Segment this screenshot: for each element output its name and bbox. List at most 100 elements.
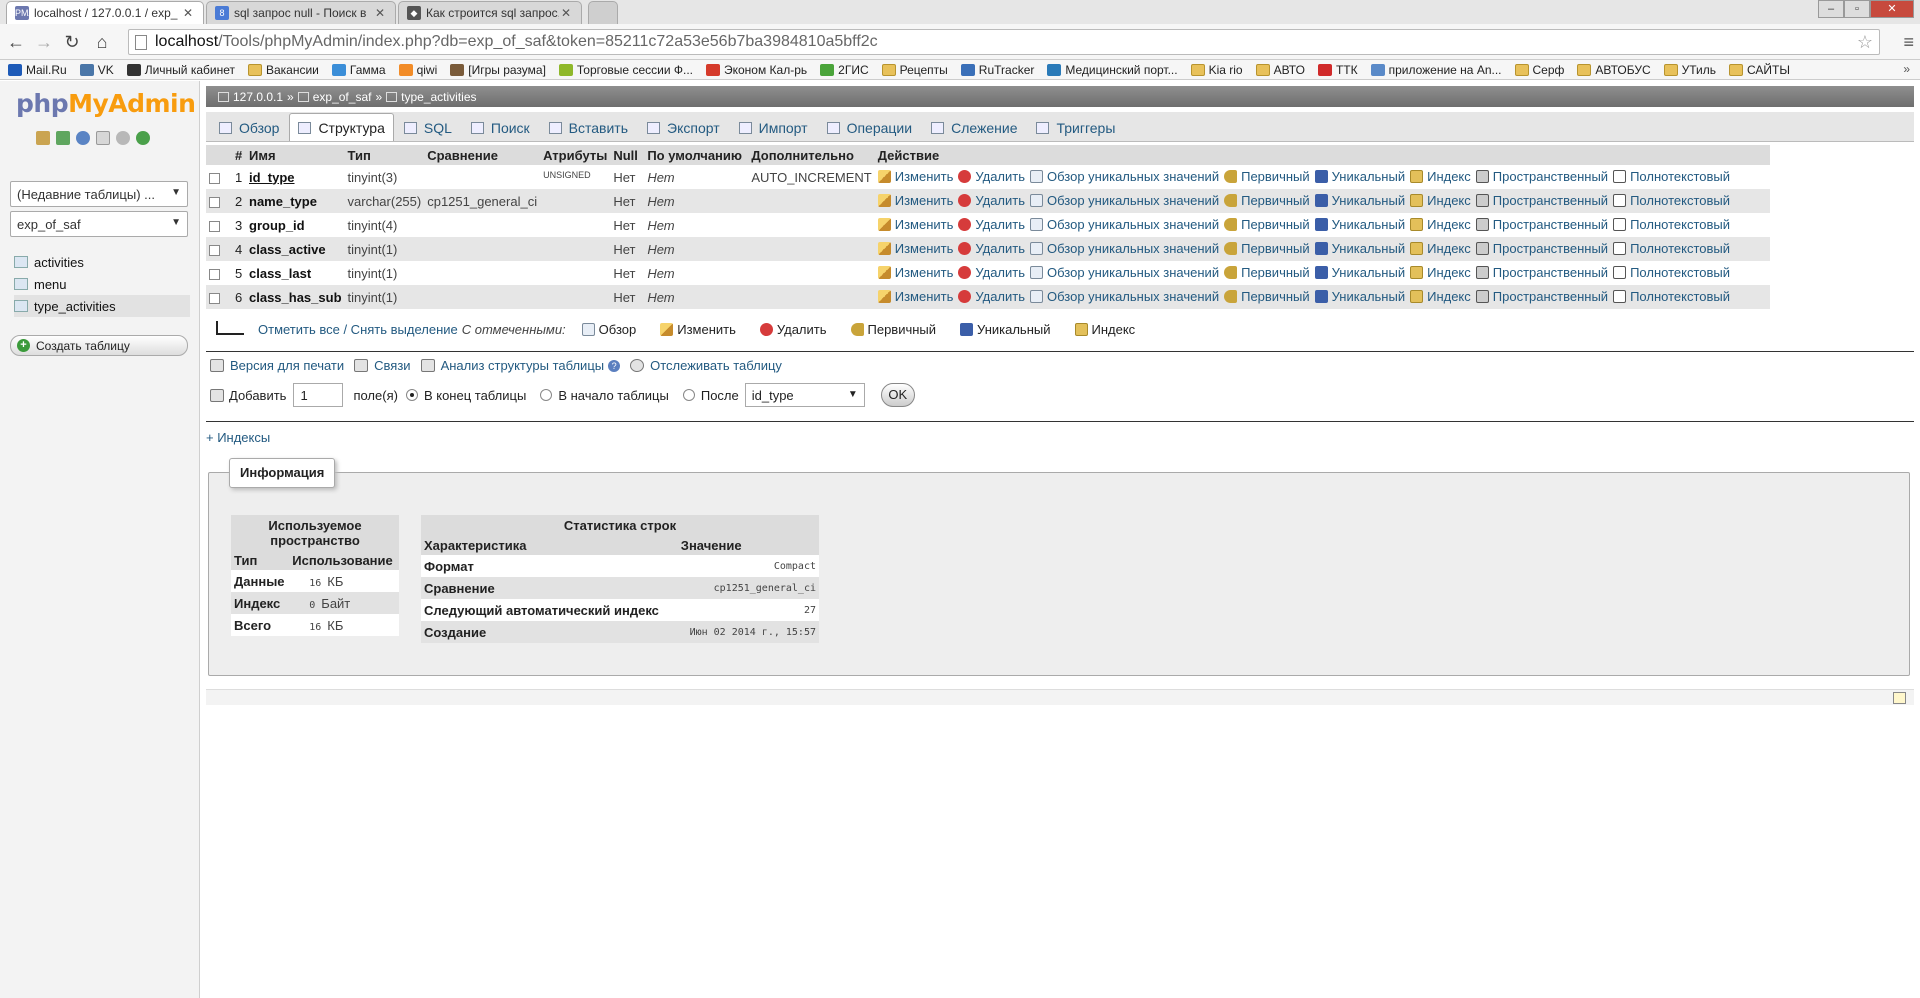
spatial-button[interactable]: Пространственный [1475, 169, 1608, 184]
tab-export[interactable]: Экспорт [638, 113, 729, 141]
browse-distinct-button[interactable]: Обзор уникальных значений [1030, 289, 1219, 304]
unique-button[interactable]: Уникальный [1314, 265, 1405, 280]
tab-triggers[interactable]: Триггеры [1027, 113, 1124, 141]
close-tab-icon[interactable]: ✕ [181, 6, 195, 20]
after-field-select[interactable]: id_type ▼ [744, 383, 865, 407]
bookmarks-more-icon[interactable]: » [1903, 62, 1910, 76]
fulltext-button[interactable]: Полнотекстовый [1613, 289, 1730, 304]
reload-icon[interactable]: ↻ [60, 30, 84, 54]
unique-button[interactable]: Уникальный [1314, 217, 1405, 232]
edit-button[interactable]: Изменить [877, 241, 953, 256]
console-icon[interactable] [1893, 692, 1906, 704]
address-bar[interactable]: localhost/Tools/phpMyAdmin/index.php?db=… [128, 29, 1880, 55]
home-icon[interactable]: ⌂ [90, 30, 114, 54]
tab-sql[interactable]: SQL [395, 113, 461, 141]
tab-browse[interactable]: Обзор [210, 113, 288, 141]
index-button[interactable]: Индекс [1410, 289, 1471, 304]
bookmark-item[interactable]: Эконом Кал-рь [705, 63, 807, 77]
phpmyadmin-logo[interactable]: phpMyAdmin [16, 89, 196, 118]
bookmark-item[interactable]: 2ГИС [820, 63, 869, 77]
index-button[interactable]: Индекс [1410, 169, 1471, 184]
fulltext-button[interactable]: Полнотекстовый [1613, 217, 1730, 232]
track-table-link[interactable]: Отслеживать таблицу [630, 358, 782, 373]
settings-icon[interactable] [116, 131, 130, 145]
primary-button[interactable]: Первичный [1224, 169, 1310, 184]
bookmark-item[interactable]: Серф [1514, 63, 1564, 77]
primary-button[interactable]: Первичный [1224, 289, 1310, 304]
forward-icon[interactable]: → [32, 30, 56, 54]
with-selected-primary-button[interactable]: Первичный [850, 322, 936, 337]
field-count-input[interactable]: 1 [293, 383, 344, 407]
delete-button[interactable]: Удалить [958, 265, 1025, 280]
tab-search[interactable]: Поиск [462, 113, 539, 141]
new-tab-button[interactable] [588, 1, 618, 24]
table-item-activities[interactable]: activities [14, 251, 190, 273]
maximize-icon[interactable]: ▫ [1844, 0, 1870, 18]
delete-button[interactable]: Удалить [958, 169, 1025, 184]
close-tab-icon[interactable]: ✕ [373, 6, 387, 20]
index-button[interactable]: Индекс [1410, 217, 1471, 232]
with-selected-browse-button[interactable]: Обзор [581, 322, 636, 337]
bookmark-item[interactable]: УТиль [1663, 63, 1716, 77]
browser-menu-icon[interactable]: ≡ [1903, 32, 1914, 53]
bookmark-item[interactable]: Личный кабинет [126, 63, 235, 77]
table-item-menu[interactable]: menu [14, 273, 190, 295]
bookmark-item[interactable]: ТТК [1317, 63, 1358, 77]
tab-tracking[interactable]: Слежение [922, 113, 1026, 141]
primary-button[interactable]: Первичный [1224, 193, 1310, 208]
bookmark-item[interactable]: САЙТЫ [1729, 63, 1790, 77]
back-icon[interactable]: ← [4, 30, 28, 54]
close-tab-icon[interactable]: ✕ [559, 6, 573, 20]
at-beginning-radio[interactable] [540, 389, 553, 401]
spatial-button[interactable]: Пространственный [1475, 217, 1608, 232]
browse-distinct-button[interactable]: Обзор уникальных значений [1030, 169, 1219, 184]
bookmark-item[interactable]: [Игры разума] [450, 63, 546, 77]
fulltext-button[interactable]: Полнотекстовый [1613, 193, 1730, 208]
with-selected-unique-button[interactable]: Уникальный [960, 322, 1051, 337]
row-checkbox[interactable] [209, 172, 220, 184]
unique-button[interactable]: Уникальный [1314, 289, 1405, 304]
unique-button[interactable]: Уникальный [1314, 241, 1405, 256]
bookmark-item[interactable]: Kia rio [1190, 63, 1243, 77]
row-checkbox[interactable] [209, 196, 220, 208]
spatial-button[interactable]: Пространственный [1475, 241, 1608, 256]
bookmark-item[interactable]: Рецепты [881, 63, 948, 77]
browse-distinct-button[interactable]: Обзор уникальных значений [1030, 241, 1219, 256]
after-radio[interactable] [682, 389, 695, 401]
bookmark-item[interactable]: Mail.Ru [8, 63, 67, 77]
browse-distinct-button[interactable]: Обзор уникальных значений [1030, 193, 1219, 208]
browse-distinct-button[interactable]: Обзор уникальных значений [1030, 217, 1219, 232]
bookmark-item[interactable]: Гамма [331, 63, 386, 77]
with-selected-index-button[interactable]: Индекс [1074, 322, 1135, 337]
fulltext-button[interactable]: Полнотекстовый [1613, 169, 1730, 184]
minimize-icon[interactable]: – [1818, 0, 1844, 18]
bookmark-item[interactable]: Медицинский порт... [1047, 63, 1178, 77]
fulltext-button[interactable]: Полнотекстовый [1613, 265, 1730, 280]
documentation-icon[interactable] [96, 131, 110, 145]
delete-button[interactable]: Удалить [958, 193, 1025, 208]
relations-link[interactable]: Связи [354, 358, 411, 373]
edit-button[interactable]: Изменить [877, 289, 953, 304]
bookmark-item[interactable]: qiwi [398, 63, 437, 77]
create-table-button[interactable]: + Создать таблицу [10, 335, 188, 356]
tab-structure[interactable]: Структура [289, 113, 394, 141]
primary-button[interactable]: Первичный [1224, 241, 1310, 256]
edit-button[interactable]: Изменить [877, 217, 953, 232]
breadcrumb-table[interactable]: type_activities [401, 90, 476, 104]
delete-button[interactable]: Удалить [958, 241, 1025, 256]
unique-button[interactable]: Уникальный [1314, 193, 1405, 208]
analyze-structure-link[interactable]: Анализ структуры таблицы? [420, 358, 621, 373]
row-checkbox[interactable] [209, 268, 220, 280]
fulltext-button[interactable]: Полнотекстовый [1613, 241, 1730, 256]
tab-import[interactable]: Импорт [730, 113, 817, 141]
with-selected-edit-button[interactable]: Изменить [660, 322, 736, 337]
bookmark-item[interactable]: Вакансии [247, 63, 319, 77]
with-selected-delete-button[interactable]: Удалить [759, 322, 827, 337]
database-select[interactable]: exp_of_saf ▼ [10, 211, 188, 237]
browser-tab-search[interactable]: 8 sql запрос null - Поиск в ✕ [206, 1, 396, 24]
primary-button[interactable]: Первичный [1224, 265, 1310, 280]
tab-operations[interactable]: Операции [818, 113, 922, 141]
bookmark-item[interactable]: АВТО [1255, 63, 1305, 77]
row-checkbox[interactable] [209, 220, 220, 232]
check-all-link[interactable]: Отметить все / Снять выделение [258, 322, 458, 337]
